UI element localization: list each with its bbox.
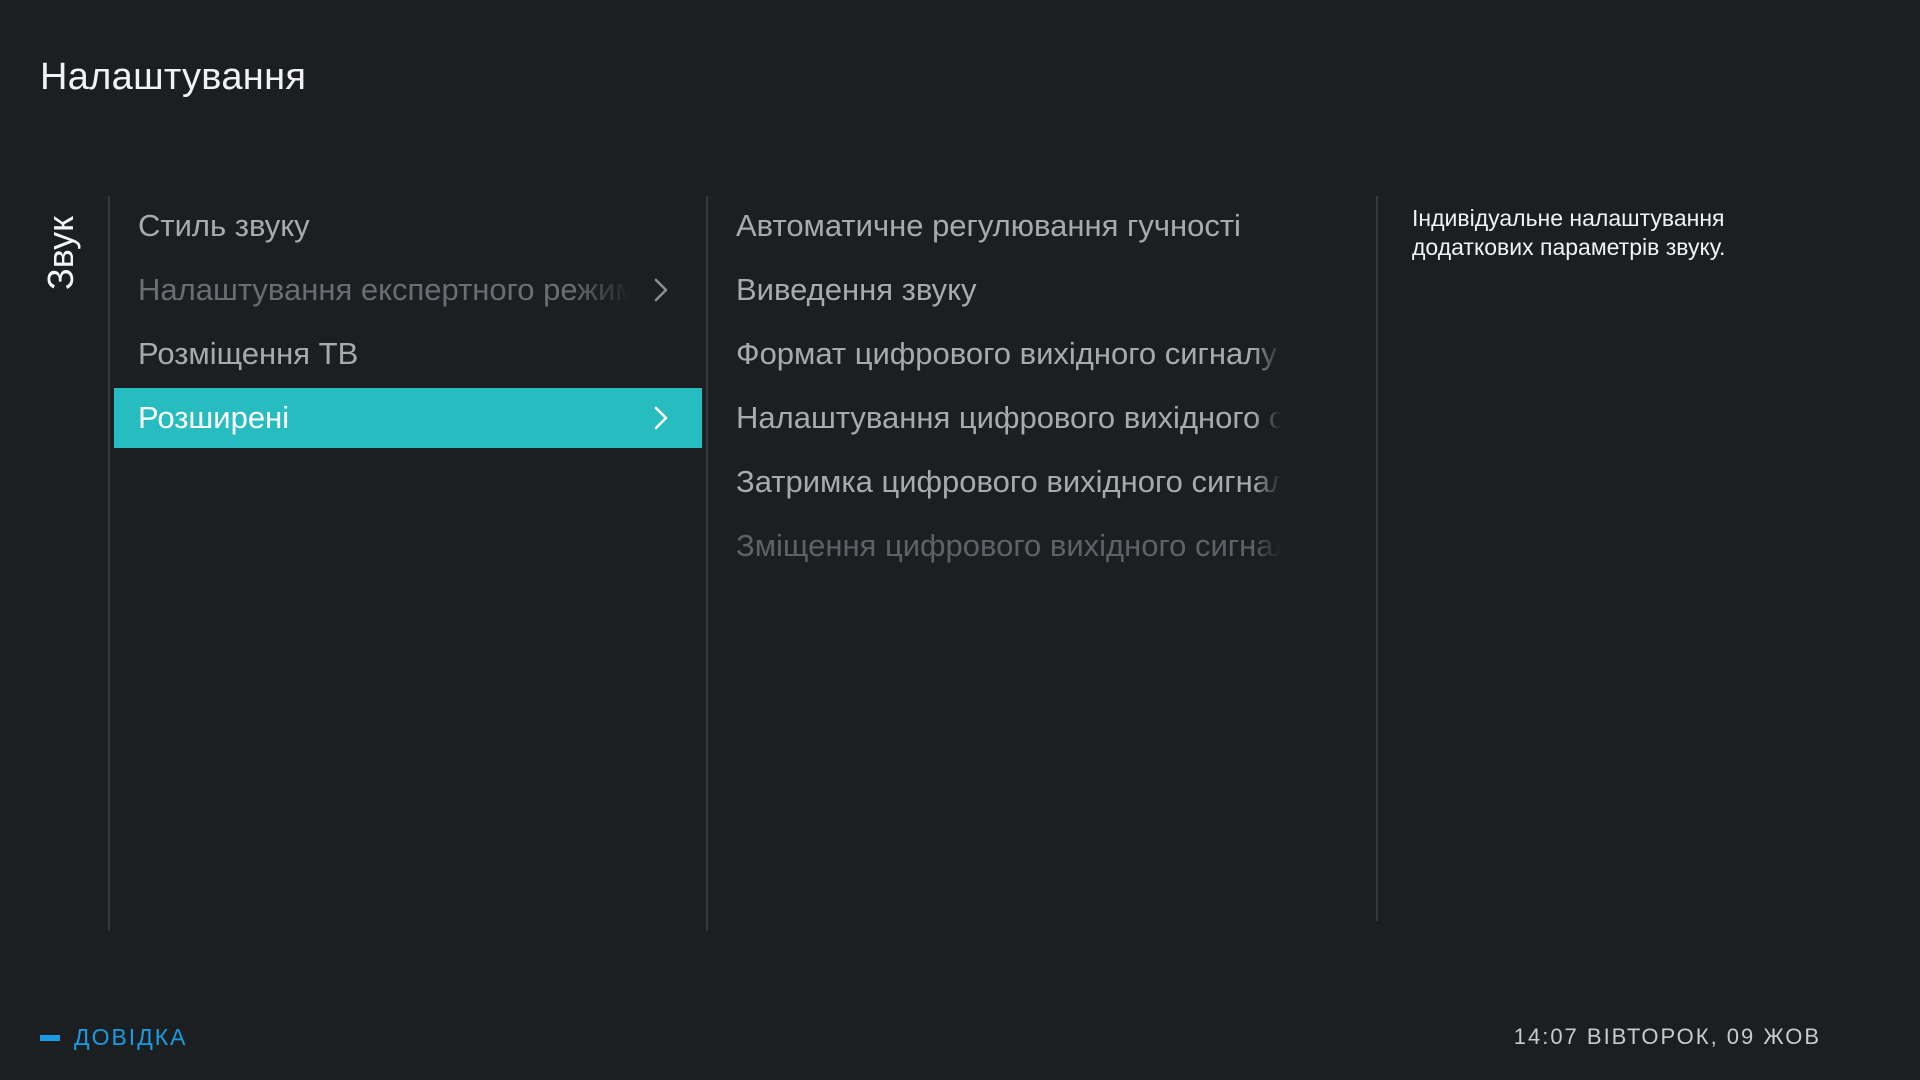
menu-item-label: Налаштування експертного режиму [138,272,632,307]
menu-item-label: Стиль звуку [138,208,310,243]
submenu-item-label: Затримка цифрового вихідного сигналу [736,464,1281,499]
submenu-item-label: Формат цифрового вихідного сигналу [736,336,1277,371]
column-divider [1376,196,1378,921]
menu-item-tv-placement[interactable]: Розміщення ТВ [114,324,702,384]
submenu-item-label: Зміщення цифрового вихідного сигналу [736,528,1281,563]
column-divider [108,196,110,931]
menu-item-label: Розширені [138,400,290,435]
section-label: Звук [40,200,84,290]
submenu-item-digital-out-settings[interactable]: Налаштування цифрового вихідного сигналу [712,388,1300,448]
menu-item-expert-settings[interactable]: Налаштування експертного режиму [114,260,702,320]
main-menu: Стиль звуку Налаштування експертного реж… [114,196,702,452]
help-label: ДОВІДКА [74,1024,188,1050]
submenu-item-digital-out-format[interactable]: Формат цифрового вихідного сигналу [712,324,1300,384]
chevron-right-icon [650,405,672,431]
submenu: Автоматичне регулювання гучності Виведен… [712,196,1300,580]
blue-key-icon [40,1034,60,1041]
page-title: Налаштування [40,56,307,98]
submenu-item-audio-out[interactable]: Виведення звуку [712,260,1300,320]
description-line: Індивідуальне налаштування [1412,205,1725,231]
settings-screen: Налаштування Звук Стиль звуку Налаштуван… [0,0,1920,1080]
menu-item-advanced[interactable]: Розширені [114,388,702,448]
description-text: Індивідуальне налаштування додаткових па… [1412,204,1852,262]
submenu-item-label: Автоматичне регулювання гучності [736,208,1241,243]
submenu-item-label: Налаштування цифрового вихідного сигналу [736,400,1281,435]
submenu-item-label: Виведення звуку [736,272,977,307]
column-divider [706,196,708,931]
help-button[interactable]: ДОВІДКА [40,1024,188,1051]
menu-item-sound-style[interactable]: Стиль звуку [114,196,702,256]
menu-item-label: Розміщення ТВ [138,336,359,371]
clock: 14:07 ВІВТОРОК, 09 ЖОВ [1513,1024,1821,1049]
submenu-item-auto-volume[interactable]: Автоматичне регулювання гучності [712,196,1300,256]
description-line: додаткових параметрів звуку. [1412,234,1726,260]
submenu-item-digital-out-delay[interactable]: Затримка цифрового вихідного сигналу [712,452,1300,512]
chevron-right-icon [650,277,672,303]
submenu-item-digital-out-offset[interactable]: Зміщення цифрового вихідного сигналу [712,516,1300,576]
section-label-text: Звук [40,216,81,290]
